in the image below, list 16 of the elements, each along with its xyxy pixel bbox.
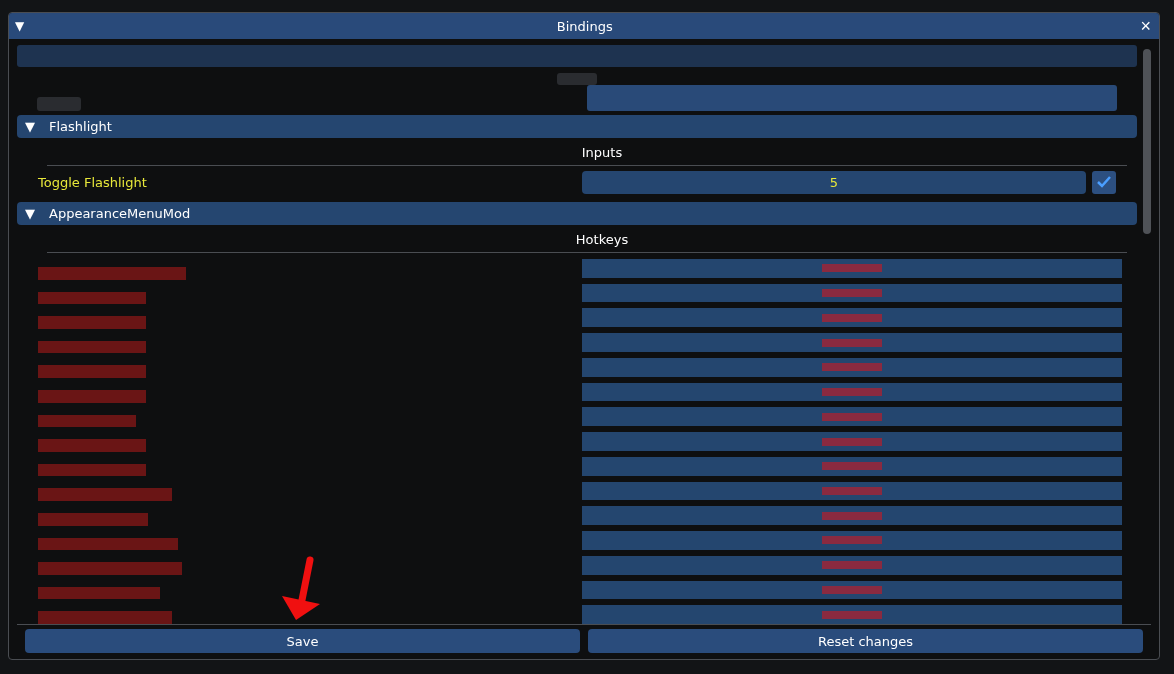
group-heading: Inputs bbox=[581, 145, 623, 160]
arrow-annotation bbox=[282, 556, 320, 620]
action-button[interactable]: Save bbox=[25, 629, 580, 653]
key-field[interactable]: 5 bbox=[582, 170, 1086, 194]
collapse-glyph[interactable]: ▼ bbox=[15, 19, 31, 33]
group-heading: Hotkeys bbox=[575, 232, 629, 247]
section-header[interactable]: ▼ AppearanceMenuMod bbox=[17, 202, 1137, 225]
checkbox[interactable] bbox=[1092, 170, 1116, 194]
checkmark-icon bbox=[1096, 175, 1112, 189]
action-button[interactable]: Reset changes bbox=[588, 629, 1143, 653]
redacted-block bbox=[37, 97, 81, 111]
scrollbar-thumb[interactable] bbox=[1143, 49, 1151, 234]
close-button[interactable]: × bbox=[1138, 17, 1153, 35]
window-title: Bindings bbox=[555, 18, 614, 34]
binding-label: Toggle Flashlight bbox=[38, 174, 148, 190]
section-header[interactable]: ▼ Flashlight bbox=[17, 115, 1137, 138]
